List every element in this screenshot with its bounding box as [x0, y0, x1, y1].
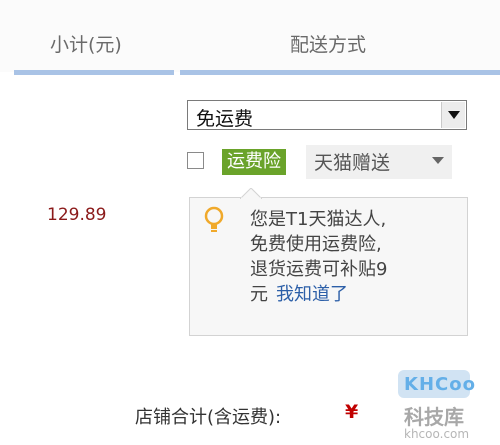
chevron-down-icon	[432, 157, 444, 164]
shipping-method-select[interactable]: 免运费	[187, 100, 467, 130]
table-header: 小计(元) 配送方式	[0, 0, 500, 72]
tooltip-pointer	[240, 188, 262, 199]
shop-total-label: 店铺合计(含运费):	[135, 407, 282, 428]
insurance-tag[interactable]: 运费险	[222, 149, 286, 175]
site-watermark: KHCoo 科技库 khcoo.com	[398, 370, 498, 442]
shipping-method-value: 免运费	[196, 108, 254, 130]
select-dropdown-button[interactable]	[441, 102, 465, 128]
gift-dropdown-label: 天猫赠送	[314, 152, 391, 174]
tooltip-last-line: 元我知道了	[250, 282, 387, 307]
shipping-column-header: 配送方式	[290, 34, 367, 56]
watermark-logo-text: KHCoo	[404, 374, 476, 395]
triangle-down-icon	[447, 111, 460, 119]
watermark-logo: KHCoo	[398, 370, 475, 398]
tooltip-text: 您是T1天猫达人, 免费使用运费险, 退货运费可补贴9 元我知道了	[250, 207, 387, 307]
tooltip-line: 退货运费可补贴9	[250, 259, 388, 280]
tooltip-line: 您是T1天猫达人,	[250, 209, 387, 230]
insurance-checkbox[interactable]	[187, 152, 204, 169]
tooltip-line: 免费使用运费险,	[250, 234, 382, 255]
dismiss-tooltip-link[interactable]: 我知道了	[276, 284, 348, 305]
subtotal-column-header: 小计(元)	[50, 34, 122, 56]
gift-dropdown[interactable]: 天猫赠送	[306, 145, 452, 179]
watermark-url: khcoo.com	[404, 427, 470, 441]
shop-total-currency: ¥	[345, 401, 359, 423]
watermark-name: 科技库	[404, 405, 464, 429]
lightbulb-icon	[204, 206, 224, 232]
subtotal-price: 129.89	[47, 205, 107, 225]
tooltip-line: 元	[250, 284, 268, 305]
